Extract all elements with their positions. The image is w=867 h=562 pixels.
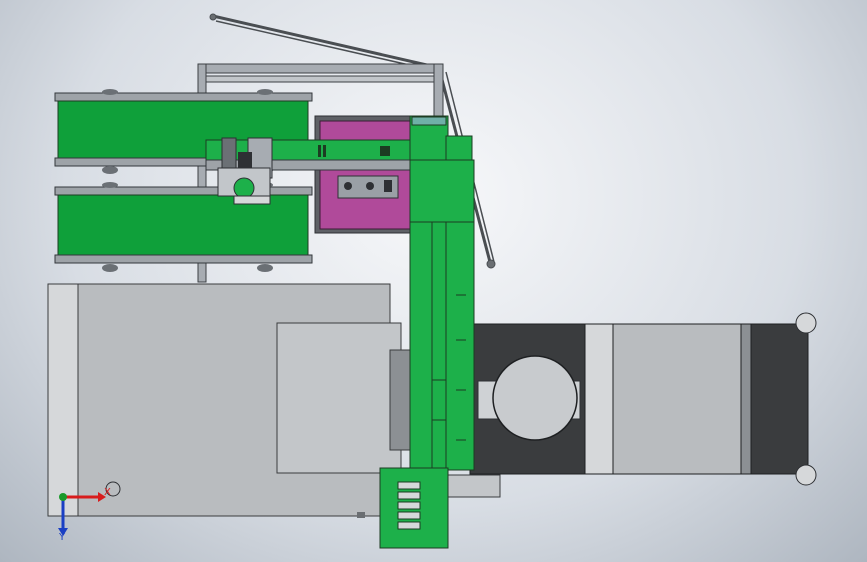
- x-axis-label: X: [104, 487, 111, 498]
- cad-viewport[interactable]: X Y: [0, 0, 867, 562]
- vertical-gantry-column: [409, 115, 475, 471]
- y-axis-label: Y: [59, 532, 66, 543]
- horizontal-gantry-arm: [205, 139, 413, 171]
- z-axis-origin: [59, 493, 67, 501]
- clamping-unit: [469, 312, 817, 486]
- control-box: [379, 467, 449, 549]
- material-tray-lower: [54, 182, 313, 272]
- fixture-plate: [314, 115, 414, 234]
- assembly-drawing: [47, 13, 817, 549]
